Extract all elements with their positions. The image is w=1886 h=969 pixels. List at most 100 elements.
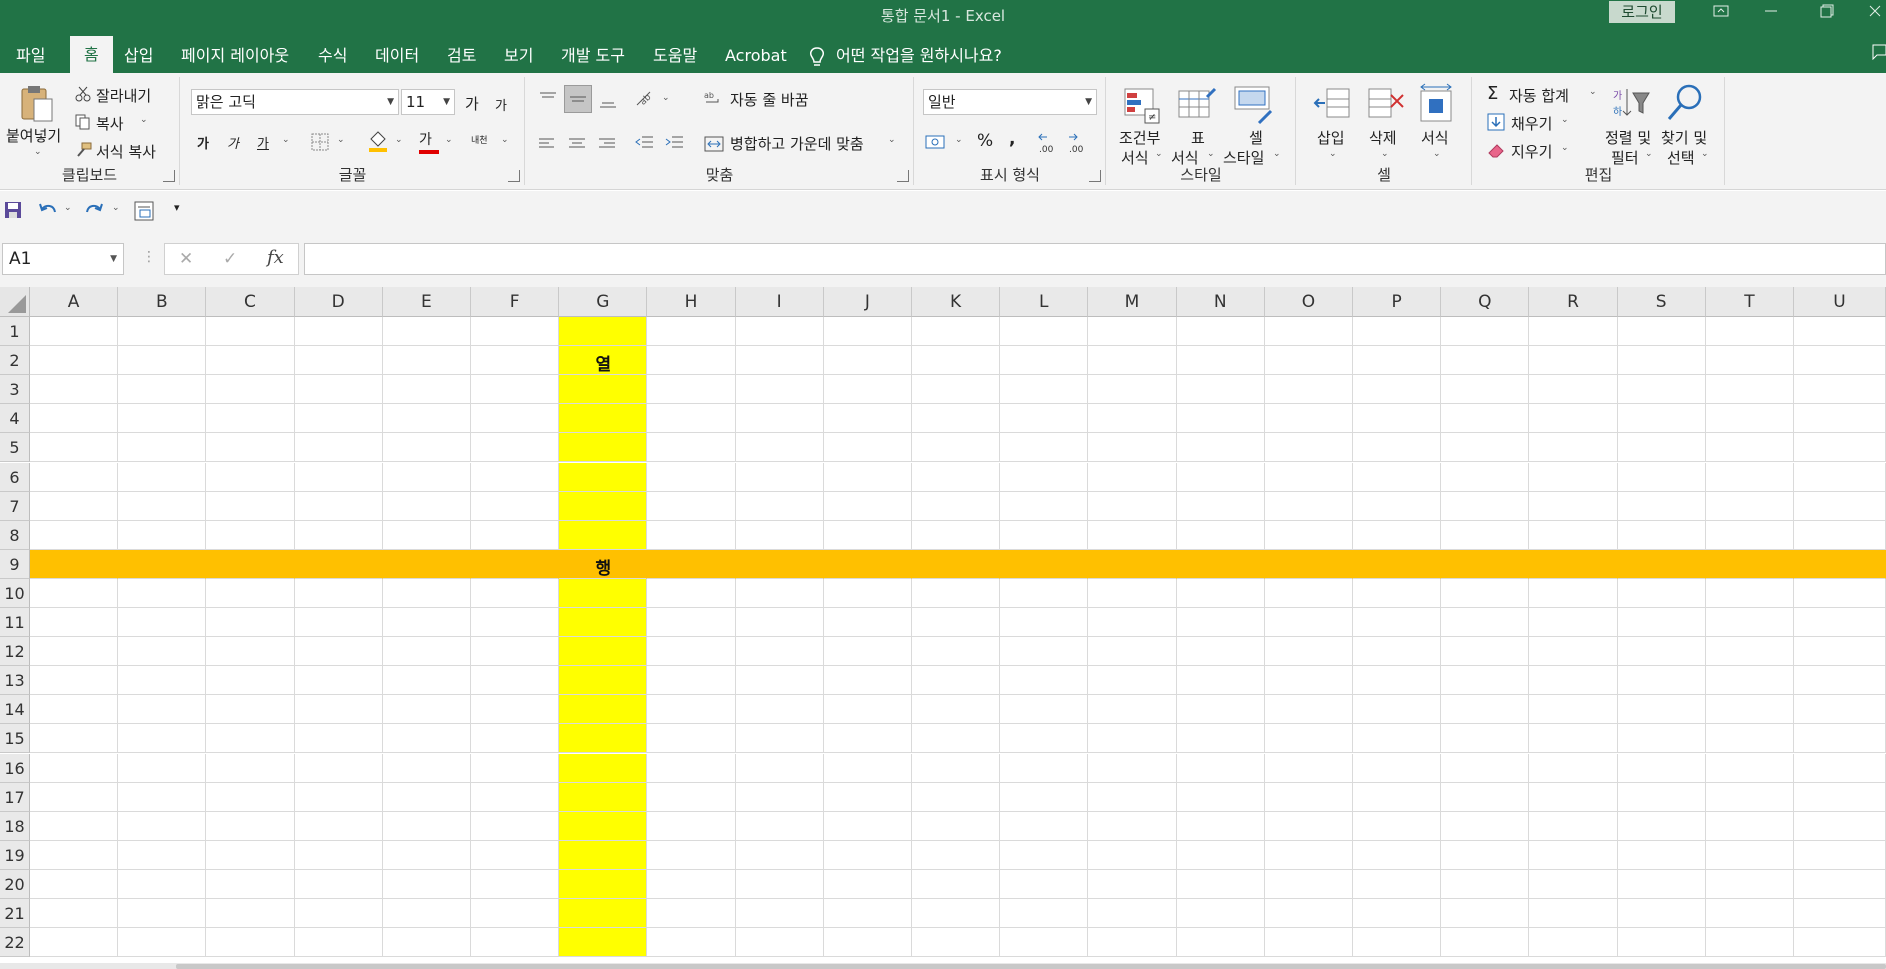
cell-C19[interactable]	[206, 840, 295, 870]
cell-Q16[interactable]	[1441, 753, 1530, 783]
cut-button[interactable]: 잘라내기	[96, 85, 151, 106]
login-button[interactable]: 로그인	[1609, 1, 1675, 23]
cell-L15[interactable]	[1000, 724, 1089, 754]
cell-F2[interactable]	[471, 346, 560, 376]
cell-B18[interactable]	[118, 811, 207, 841]
delete-cells-icon[interactable]	[1367, 85, 1407, 129]
cell-B10[interactable]	[118, 578, 207, 608]
increase-decimal-icon[interactable]: .00	[1037, 133, 1059, 159]
cell-H15[interactable]	[647, 724, 736, 754]
cell-R19[interactable]	[1529, 840, 1618, 870]
font-size-select[interactable]: 11 ▼	[401, 89, 455, 115]
comma-button[interactable]: ,	[1009, 129, 1015, 149]
cell-J4[interactable]	[823, 404, 912, 434]
phonetic-button[interactable]: 내천	[471, 133, 488, 146]
cell-B17[interactable]	[118, 782, 207, 812]
cell-F19[interactable]	[471, 840, 560, 870]
cell-R11[interactable]	[1529, 608, 1618, 638]
cell-L21[interactable]	[1000, 899, 1089, 929]
cell-S20[interactable]	[1617, 869, 1706, 899]
cell-J14[interactable]	[823, 695, 912, 725]
merge-center-icon[interactable]	[704, 135, 724, 157]
cell-G7[interactable]	[559, 491, 648, 521]
cell-M14[interactable]	[1088, 695, 1177, 725]
cell-U15[interactable]	[1794, 724, 1886, 754]
cell-C16[interactable]	[206, 753, 295, 783]
column-header-O[interactable]: O	[1264, 287, 1353, 317]
cell-K6[interactable]	[912, 462, 1001, 492]
cell-B7[interactable]	[118, 491, 207, 521]
cell-T8[interactable]	[1705, 520, 1794, 550]
cell-S17[interactable]	[1617, 782, 1706, 812]
cancel-icon[interactable]: ✕	[179, 249, 193, 269]
cell-K21[interactable]	[912, 899, 1001, 929]
cell-I1[interactable]	[735, 317, 824, 347]
cell-H11[interactable]	[647, 608, 736, 638]
cell-R15[interactable]	[1529, 724, 1618, 754]
align-center-icon[interactable]	[568, 137, 586, 155]
redo-icon[interactable]	[84, 201, 104, 223]
cell-O16[interactable]	[1264, 753, 1353, 783]
font-name-select[interactable]: 맑은 고딕 ▼	[191, 89, 399, 115]
cell-G13[interactable]	[559, 666, 648, 696]
cell-G14[interactable]	[559, 695, 648, 725]
cell-D13[interactable]	[294, 666, 383, 696]
cell-L2[interactable]	[1000, 346, 1089, 376]
cell-A4[interactable]	[30, 404, 119, 434]
cell-D16[interactable]	[294, 753, 383, 783]
column-header-U[interactable]: U	[1794, 287, 1886, 317]
cell-P20[interactable]	[1353, 869, 1442, 899]
select-all-button[interactable]	[0, 287, 30, 317]
cell-H22[interactable]	[647, 928, 736, 958]
autosum-dropdown-icon[interactable]: ⌄	[1589, 87, 1597, 97]
cell-S4[interactable]	[1617, 404, 1706, 434]
font-launcher-icon[interactable]	[508, 170, 520, 182]
cell-B9[interactable]	[118, 549, 207, 579]
align-top-icon[interactable]	[538, 91, 558, 111]
cell-D6[interactable]	[294, 462, 383, 492]
cell-O11[interactable]	[1264, 608, 1353, 638]
cell-A1[interactable]	[30, 317, 119, 347]
close-icon[interactable]	[1864, 2, 1886, 26]
align-right-icon[interactable]	[598, 137, 616, 155]
cell-J2[interactable]	[823, 346, 912, 376]
cell-P19[interactable]	[1353, 840, 1442, 870]
cell-E1[interactable]	[382, 317, 471, 347]
cell-G11[interactable]	[559, 608, 648, 638]
cell-K14[interactable]	[912, 695, 1001, 725]
column-header-J[interactable]: J	[823, 287, 912, 317]
cell-O17[interactable]	[1264, 782, 1353, 812]
cell-S2[interactable]	[1617, 346, 1706, 376]
delete-cells-button[interactable]: 삭제	[1369, 127, 1397, 148]
row-header-2[interactable]: 2	[0, 346, 30, 376]
cell-K16[interactable]	[912, 753, 1001, 783]
cell-R13[interactable]	[1529, 666, 1618, 696]
cell-J1[interactable]	[823, 317, 912, 347]
cell-E11[interactable]	[382, 608, 471, 638]
cell-K7[interactable]	[912, 491, 1001, 521]
bold-button[interactable]: 가	[197, 133, 209, 152]
fill-color-dropdown-icon[interactable]: ⌄	[395, 135, 403, 145]
cell-K12[interactable]	[912, 637, 1001, 667]
cell-E12[interactable]	[382, 637, 471, 667]
cell-G16[interactable]	[559, 753, 648, 783]
cell-J20[interactable]	[823, 869, 912, 899]
cell-A8[interactable]	[30, 520, 119, 550]
cell-N2[interactable]	[1176, 346, 1265, 376]
cell-E9[interactable]	[382, 549, 471, 579]
cell-styles-dropdown-icon[interactable]: ⌄	[1273, 149, 1281, 159]
cell-L1[interactable]	[1000, 317, 1089, 347]
cell-B14[interactable]	[118, 695, 207, 725]
cell-N8[interactable]	[1176, 520, 1265, 550]
cell-L13[interactable]	[1000, 666, 1089, 696]
tab-acrobat[interactable]: Acrobat	[725, 38, 787, 73]
percent-button[interactable]: %	[977, 131, 993, 151]
cell-Q18[interactable]	[1441, 811, 1530, 841]
cell-Q15[interactable]	[1441, 724, 1530, 754]
undo-icon[interactable]	[38, 201, 58, 223]
cell-G10[interactable]	[559, 578, 648, 608]
cell-D2[interactable]	[294, 346, 383, 376]
cell-J21[interactable]	[823, 899, 912, 929]
cell-R4[interactable]	[1529, 404, 1618, 434]
tab-help[interactable]: 도움말	[653, 38, 697, 73]
